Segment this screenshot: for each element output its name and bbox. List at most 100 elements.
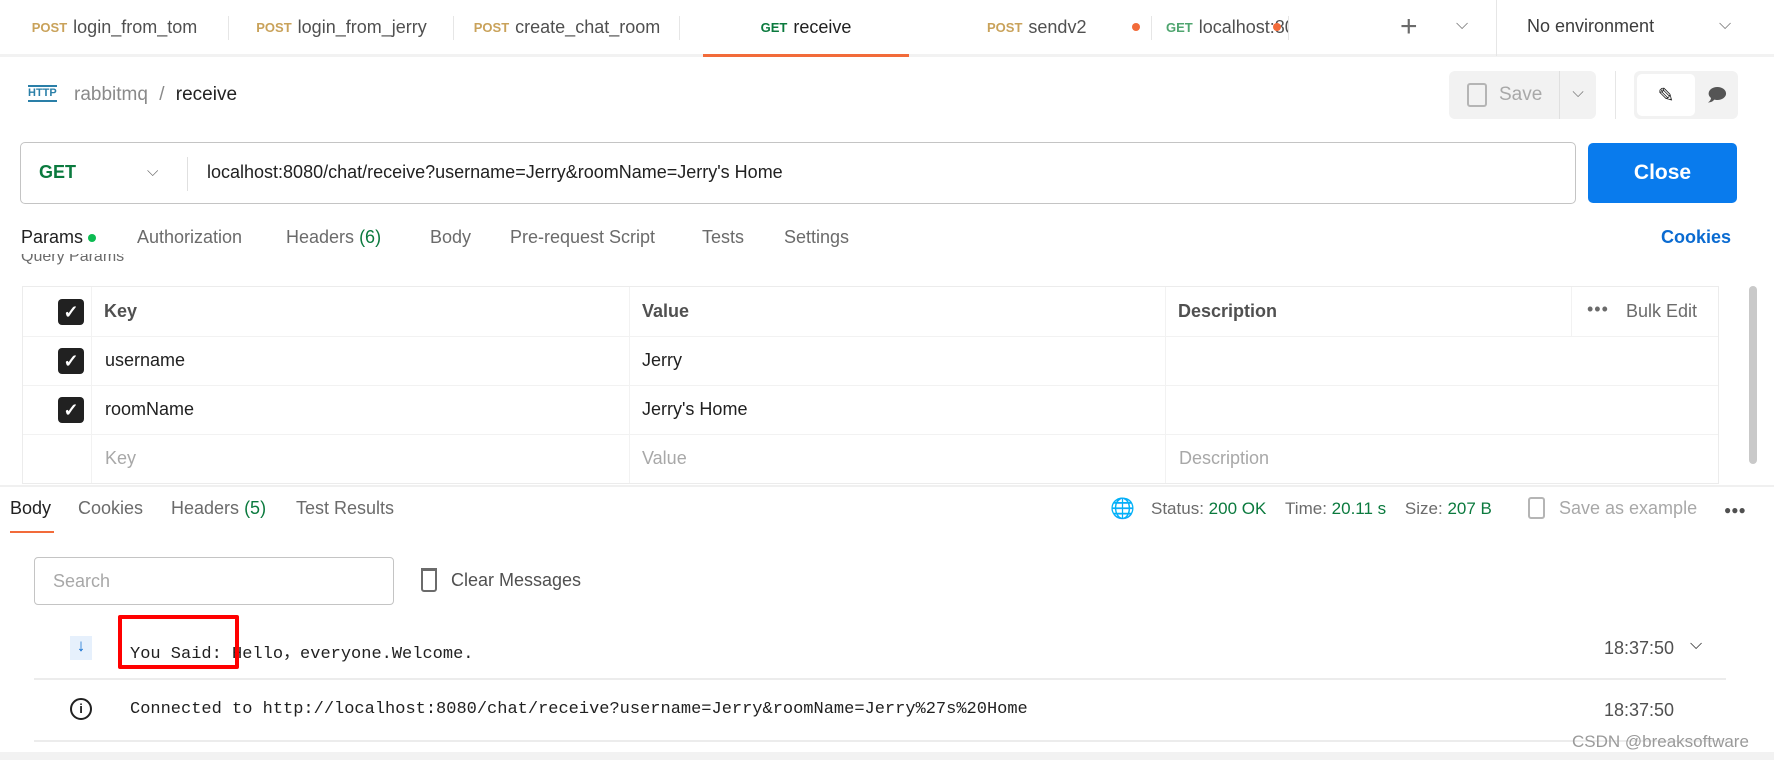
bulk-edit-button[interactable]: Bulk Edit (1626, 301, 1697, 322)
row-checkbox[interactable]: ✓ (58, 397, 84, 423)
chevron-down-icon[interactable]: ⌵ (147, 163, 158, 180)
method-label: POST (31, 19, 68, 35)
close-button[interactable]: Close (1588, 143, 1737, 203)
more-options-icon[interactable]: ●●● (1724, 503, 1746, 517)
tab-login-from-tom[interactable]: POST login_from_tom (0, 0, 229, 54)
breadcrumb: rabbitmq / receive (74, 84, 237, 106)
environment-select[interactable]: No environment ⌵ (1496, 0, 1774, 56)
response-tab-cookies[interactable]: Cookies (78, 498, 143, 519)
method-label: POST (473, 19, 510, 35)
divider (187, 157, 188, 191)
message-row[interactable]: ↓ You Said: Hello，everyone.Welcome. 18:3… (34, 615, 1726, 680)
tab-label: create_chat_room (515, 16, 661, 37)
cookies-link[interactable]: Cookies (1661, 227, 1731, 248)
arrow-down-incoming-icon: ↓ (70, 636, 92, 660)
params-table: ✓ Key Value Description ••• Bulk Edit ✓ … (22, 286, 1719, 484)
select-all-checkbox[interactable]: ✓ (58, 299, 84, 325)
new-value-input[interactable]: Value (642, 448, 687, 469)
tab-label: Headers (286, 227, 355, 247)
method-label: GET (760, 19, 788, 35)
time-value: 20.11 s (1331, 499, 1387, 518)
more-options-icon[interactable]: ••• (1587, 299, 1609, 320)
tab-authorization[interactable]: Authorization (137, 227, 242, 248)
breadcrumb-collection[interactable]: rabbitmq (74, 84, 148, 105)
info-icon: i (70, 698, 92, 720)
method-label: POST (256, 19, 292, 35)
size-value: 207 B (1447, 499, 1492, 518)
message-search-input[interactable]: Search (34, 557, 394, 605)
response-tab-test-results[interactable]: Test Results (296, 498, 394, 519)
tab-receive[interactable]: GET receive (703, 0, 909, 54)
response-tab-body[interactable]: Body (10, 498, 51, 519)
chevron-down-icon: ⌵ (1719, 16, 1732, 33)
search-placeholder: Search (53, 571, 111, 591)
tab-localhost-chat[interactable]: GETlocalhost:8080/chat/ (1152, 0, 1289, 54)
divider (1615, 71, 1616, 119)
unsaved-dot-icon (1132, 23, 1140, 31)
url-input[interactable]: localhost:8080/chat/receive?username=Jer… (207, 162, 783, 183)
request-url-bar: GET ⌵ localhost:8080/chat/receive?userna… (20, 142, 1576, 204)
comments-icon[interactable]: 🗩 (1698, 74, 1736, 116)
status-bar (0, 752, 1774, 760)
globe-icon[interactable]: 🌐 (1110, 496, 1135, 521)
tab-label: receive (793, 16, 852, 37)
active-tab-indicator (703, 54, 909, 57)
method-label: POST (987, 19, 1023, 35)
param-value[interactable]: Jerry's Home (642, 399, 747, 420)
response-meta: Status: 200 OK Time: 20.11 s Size: 207 B (1151, 499, 1492, 519)
save-button-group: Save ⌵ (1449, 71, 1596, 119)
scrollbar[interactable] (1749, 286, 1757, 464)
query-params-label: Query Params (21, 254, 125, 268)
tab-label: Headers (171, 498, 240, 518)
tab-login-from-jerry[interactable]: POST login_from_jerry (229, 0, 454, 54)
param-key[interactable]: username (105, 350, 185, 371)
tab-label: login_from_tom (73, 16, 198, 37)
tabs-dropdown-chevron-icon[interactable]: ⌵ (1456, 16, 1468, 34)
edit-pencil-icon[interactable]: ✎ (1637, 74, 1695, 116)
param-value[interactable]: Jerry (642, 350, 682, 371)
message-text: Connected to http://localhost:8080/chat/… (130, 700, 1028, 719)
http-icon: HTTP (28, 85, 57, 102)
tab-pre-request-script[interactable]: Pre-request Script (510, 227, 655, 248)
response-tab-headers[interactable]: Headers (5) (171, 498, 266, 519)
column-header-value: Value (642, 301, 690, 321)
method-label: GET (1166, 19, 1193, 35)
save-button[interactable]: Save (1499, 84, 1542, 106)
tab-tests[interactable]: Tests (702, 227, 744, 248)
breadcrumb-separator: / (159, 84, 165, 105)
params-active-dot-icon (88, 234, 97, 243)
headers-count: (5) (244, 498, 267, 518)
status-label: Status: (1151, 499, 1204, 518)
row-checkbox[interactable]: ✓ (58, 348, 84, 374)
expand-chevron-icon[interactable]: ⌵ (1690, 636, 1702, 654)
column-header-key: Key (104, 301, 138, 321)
tab-label: login_from_jerry (297, 16, 427, 37)
active-tab-indicator (10, 531, 54, 533)
save-icon (1528, 497, 1545, 519)
save-as-example-button[interactable]: Save as example (1559, 498, 1697, 519)
message-row[interactable]: i Connected to http://localhost:8080/cha… (34, 680, 1726, 742)
tab-settings[interactable]: Settings (784, 227, 849, 248)
environment-label: No environment (1527, 16, 1655, 36)
watermark: CSDN @breaksoftware (1572, 732, 1749, 751)
tab-params[interactable]: Params (21, 227, 97, 248)
tab-create-chat-room[interactable]: POST create_chat_room (454, 0, 680, 54)
tab-body[interactable]: Body (430, 227, 471, 248)
column-header-description: Description (1178, 301, 1278, 321)
new-tab-plus-icon[interactable]: + (1400, 10, 1418, 44)
tab-headers[interactable]: Headers (6) (286, 227, 381, 248)
breadcrumb-request: receive (175, 84, 238, 105)
new-key-input[interactable]: Key (105, 448, 136, 469)
clear-messages-button[interactable]: Clear Messages (451, 570, 581, 591)
new-description-input[interactable]: Description (1179, 448, 1269, 469)
save-dropdown-chevron-icon[interactable]: ⌵ (1559, 71, 1596, 119)
size-label: Size: (1404, 499, 1443, 518)
save-icon (1467, 83, 1487, 107)
param-key[interactable]: roomName (105, 399, 194, 420)
tab-sendv2[interactable]: POST sendv2 (922, 0, 1152, 54)
message-time: 18:37:50 (1604, 638, 1675, 658)
unsaved-dot-icon (1273, 23, 1281, 31)
method-select[interactable]: GET (39, 162, 76, 183)
pane-divider[interactable] (0, 485, 1774, 487)
message-text: Hello，everyone.Welcome. (232, 645, 474, 664)
